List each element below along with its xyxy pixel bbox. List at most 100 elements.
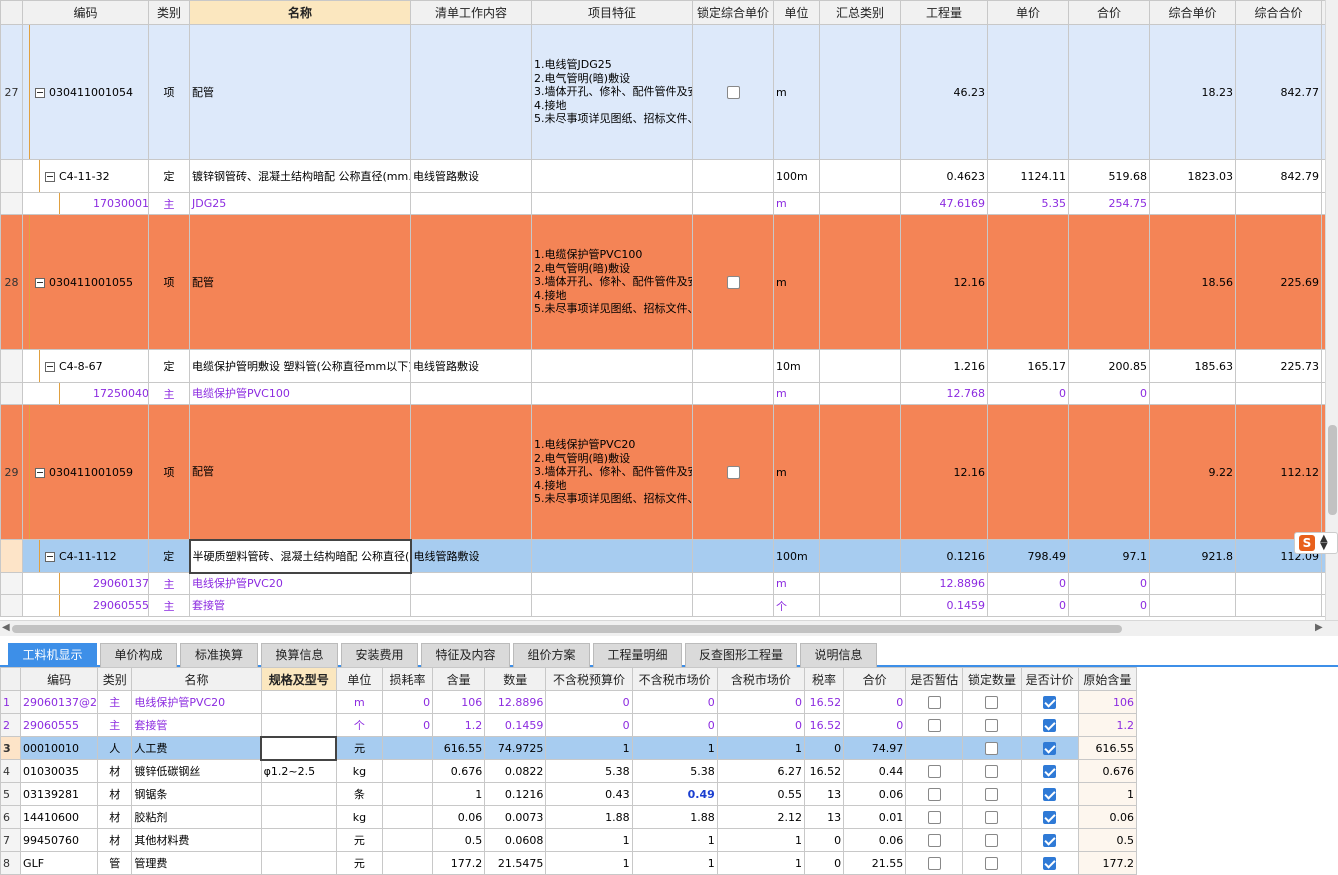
horizontal-scrollbar[interactable]: ◀ ▶: [0, 620, 1338, 636]
comp-total[interactable]: [1235, 382, 1322, 405]
priced-checkbox[interactable]: [1043, 856, 1057, 870]
lm-mkt-price[interactable]: 0: [631, 713, 718, 737]
lm-tax-mkt-price[interactable]: 0.55: [716, 782, 806, 806]
comp-unit-price[interactable]: 1823.03: [1149, 159, 1236, 193]
summary-type[interactable]: [819, 159, 901, 193]
item-feature[interactable]: 1.电线管JDG25 2.电气管明(暗)敷设 3.墙体开孔、修补、配件管件及安装 4.…: [531, 24, 693, 160]
provisional-checkbox[interactable]: [927, 764, 941, 778]
item-unit[interactable]: 100m: [773, 539, 820, 573]
lm-code[interactable]: 29060137@2: [20, 690, 99, 714]
lm-tax-rate[interactable]: 0: [804, 828, 845, 852]
item-unit-price[interactable]: 1124.11: [987, 159, 1069, 193]
labor-material-row[interactable]: 2 29060555 主套接管个 0 1.2 0.1459 0 0 0 16.52 0 1.2: [0, 713, 1138, 737]
item-unit[interactable]: m: [773, 382, 820, 405]
labor-material-row[interactable]: 3 00010010 人人工费元 616.55 74.9725 1 1 1 0 74.97 616.…: [0, 735, 1138, 761]
item-total[interactable]: [1068, 24, 1150, 160]
lm-pre-price[interactable]: 1: [545, 736, 633, 760]
lock-price-cell[interactable]: [692, 159, 774, 193]
item-quantity[interactable]: 0.1216: [900, 539, 988, 573]
lm-tax-mkt-price[interactable]: 1: [716, 828, 806, 852]
item-unit-price[interactable]: 165.17: [987, 349, 1069, 383]
lm-orig-content[interactable]: 0.5: [1077, 828, 1138, 852]
lm-tax-rate[interactable]: 16.52: [804, 690, 845, 714]
item-name[interactable]: 配管: [189, 404, 411, 540]
lm-name[interactable]: 镀锌低碳钢丝: [131, 759, 262, 783]
col-rownum[interactable]: [0, 0, 23, 25]
quota-row[interactable]: C4-8-67 定电缆保护管明敷设 塑料管(公称直径mm以下) 100电线管路敷设…: [0, 349, 1325, 383]
ime-indicator[interactable]: S ▲ ▼: [1294, 532, 1338, 554]
item-name[interactable]: 镀锌钢管砖、混凝土结构暗配 公称直径(mm以内) 25: [189, 159, 411, 193]
item-feature[interactable]: 1.电缆保护管PVC100 2.电气管明(暗)敷设 3.墙体开孔、修补、配件管件及安…: [531, 214, 693, 350]
lm-lock-qty-cell[interactable]: [962, 736, 1022, 760]
lm-unit[interactable]: 个: [335, 713, 383, 737]
lm-col-qty[interactable]: 数量: [484, 667, 547, 691]
lm-orig-content[interactable]: 106: [1077, 690, 1138, 714]
lock-price-cell[interactable]: [692, 404, 774, 540]
work-content[interactable]: [410, 214, 532, 350]
item-quantity[interactable]: 12.768: [900, 382, 988, 405]
lm-code[interactable]: 03139281: [20, 782, 99, 806]
lm-col-provisional[interactable]: 是否暂估: [905, 667, 964, 691]
comp-total[interactable]: [1235, 192, 1322, 215]
lock-price-checkbox[interactable]: [726, 465, 740, 479]
comp-total[interactable]: 225.73: [1235, 349, 1322, 383]
lm-tax-rate[interactable]: 13: [804, 805, 845, 829]
lm-priced-cell[interactable]: [1020, 828, 1079, 852]
lm-tax-mkt-price[interactable]: 0: [716, 713, 806, 737]
item-unit-price[interactable]: [987, 404, 1069, 540]
lock-price-cell[interactable]: [692, 192, 774, 215]
tab-feature-content[interactable]: 特征及内容: [421, 643, 510, 667]
lm-orig-content[interactable]: 0.06: [1077, 805, 1138, 829]
lm-col-orig[interactable]: 原始含量: [1077, 667, 1138, 691]
item-unit[interactable]: m: [773, 192, 820, 215]
lm-lock-qty-cell[interactable]: [962, 782, 1022, 806]
tab-standard-conversion[interactable]: 标准换算: [180, 643, 258, 667]
lock-qty-checkbox[interactable]: [985, 741, 999, 755]
material-row[interactable]: 29060555 主套接管个 0.1459 0 0: [0, 594, 1325, 617]
lm-unit[interactable]: kg: [335, 805, 383, 829]
scroll-right-icon[interactable]: ▶: [1315, 622, 1323, 633]
priced-checkbox[interactable]: [1043, 764, 1057, 778]
provisional-checkbox[interactable]: [927, 856, 941, 870]
lm-priced-cell[interactable]: [1020, 690, 1079, 714]
quota-row[interactable]: C4-11-32 定镀锌钢管砖、混凝土结构暗配 公称直径(mm以内) 25电线管路…: [0, 159, 1325, 193]
lm-pre-price[interactable]: 0: [545, 690, 633, 714]
col-comp-total[interactable]: 综合合价: [1235, 0, 1322, 25]
item-code-cell[interactable]: C4-11-32: [22, 159, 149, 193]
lm-loss[interactable]: [381, 828, 434, 852]
labor-material-row[interactable]: 7 99450760 材其他材料费元 0.5 0.0608 1 1 1 0 0.06 0.5: [0, 828, 1138, 852]
item-feature[interactable]: [531, 539, 693, 573]
horizontal-scroll-thumb[interactable]: [12, 625, 1122, 633]
work-content[interactable]: 电线管路敷设: [410, 539, 532, 573]
work-content[interactable]: [410, 594, 532, 617]
lm-content[interactable]: 1: [432, 782, 486, 806]
material-row[interactable]: 29060137@2主电线保护管PVC20m12.889600: [0, 572, 1325, 595]
lm-content[interactable]: 0.676: [432, 759, 486, 783]
lm-provisional-cell[interactable]: [905, 736, 964, 760]
work-content[interactable]: [410, 192, 532, 215]
lm-name[interactable]: 套接管: [131, 713, 262, 737]
lm-mkt-price[interactable]: 1: [631, 851, 718, 875]
comp-unit-price[interactable]: [1149, 382, 1236, 405]
provisional-checkbox[interactable]: [927, 833, 941, 847]
labor-material-row[interactable]: 8 GLF 管管理费元 177.2 21.5475 1 1 1 0 21.55 177.2: [0, 851, 1138, 875]
lm-lock-qty-cell[interactable]: [962, 805, 1022, 829]
item-total[interactable]: [1068, 214, 1150, 350]
lm-tax-rate[interactable]: 16.52: [804, 759, 845, 783]
item-feature[interactable]: [531, 349, 693, 383]
quota-row[interactable]: C4-11-112 定半硬质塑料管砖、混凝土结构暗配 公称直径(mm以内) 25电…: [0, 538, 1325, 574]
lm-col-code[interactable]: 编码: [20, 667, 99, 691]
lock-price-cell[interactable]: [692, 349, 774, 383]
summary-type[interactable]: [819, 572, 901, 595]
item-quantity[interactable]: 1.216: [900, 349, 988, 383]
summary-type[interactable]: [819, 382, 901, 405]
item-total[interactable]: 0: [1068, 382, 1150, 405]
lm-qty[interactable]: 0.0073: [484, 805, 547, 829]
item-total[interactable]: 0: [1068, 594, 1150, 617]
lm-loss[interactable]: 0: [381, 690, 434, 714]
lm-pre-price[interactable]: 0: [545, 713, 633, 737]
lm-col-total[interactable]: 合价: [843, 667, 907, 691]
lm-spec[interactable]: [260, 713, 337, 737]
item-feature[interactable]: [531, 192, 693, 215]
item-unit[interactable]: 个: [773, 594, 820, 617]
